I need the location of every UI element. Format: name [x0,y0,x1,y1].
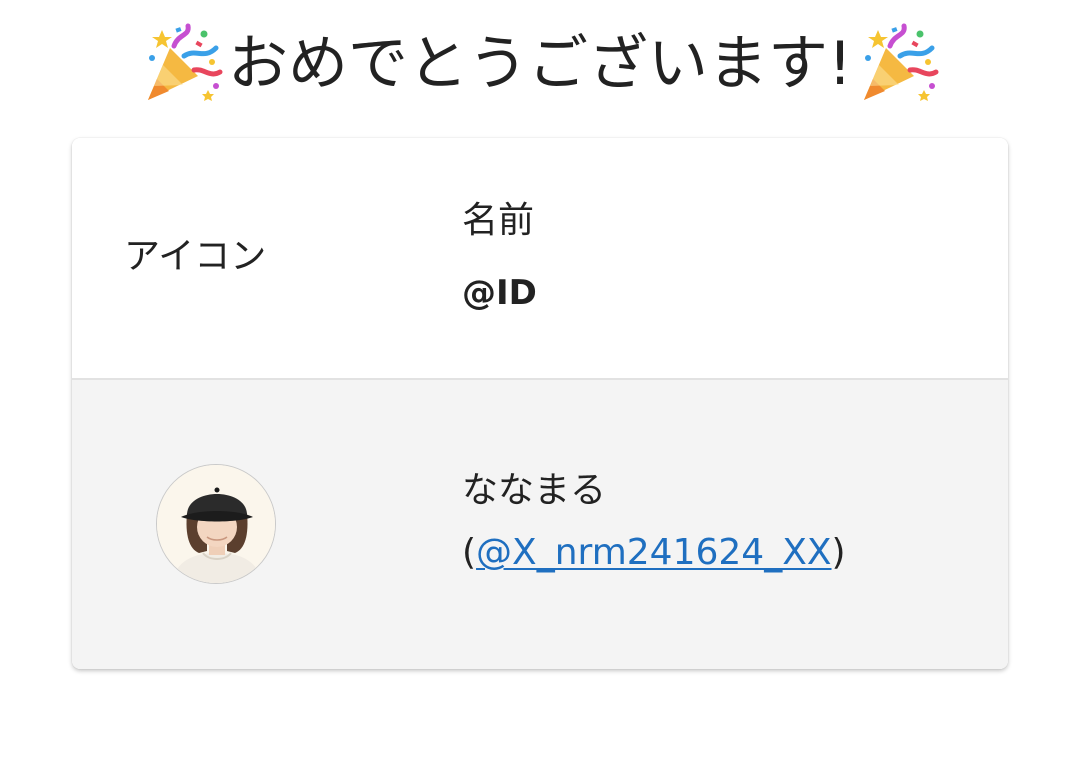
user-handle: (@X_nrm241624_XX) [462,526,846,580]
party-popper-icon [864,23,939,101]
table-row: ななまる (@X_nrm241624_XX) [72,380,1008,669]
result-table: アイコン 名前 @ID ななまる (@X_nrm241624_XX) [72,138,1008,669]
congratulations-title: おめでとうございます! [0,18,1080,110]
user-name: ななまる [462,470,607,511]
column-header-icon: アイコン [124,236,267,277]
table-header-row: アイコン 名前 @ID [72,138,1008,380]
page: おめでとうございます! アイコン 名前 @ID ななまる (@X_nrm2416… [0,0,1080,777]
user-profile-link[interactable]: @X_nrm241624_XX [476,532,831,573]
column-header-id: @ID [462,273,537,313]
column-header-name: 名前 [462,200,535,241]
handle-close-paren: ) [831,532,846,573]
user-avatar [156,464,276,584]
user-avatar-image [157,465,275,583]
party-popper-icon [147,23,223,101]
page-title: おめでとうございます! [227,29,853,99]
handle-open-paren: ( [462,532,477,573]
